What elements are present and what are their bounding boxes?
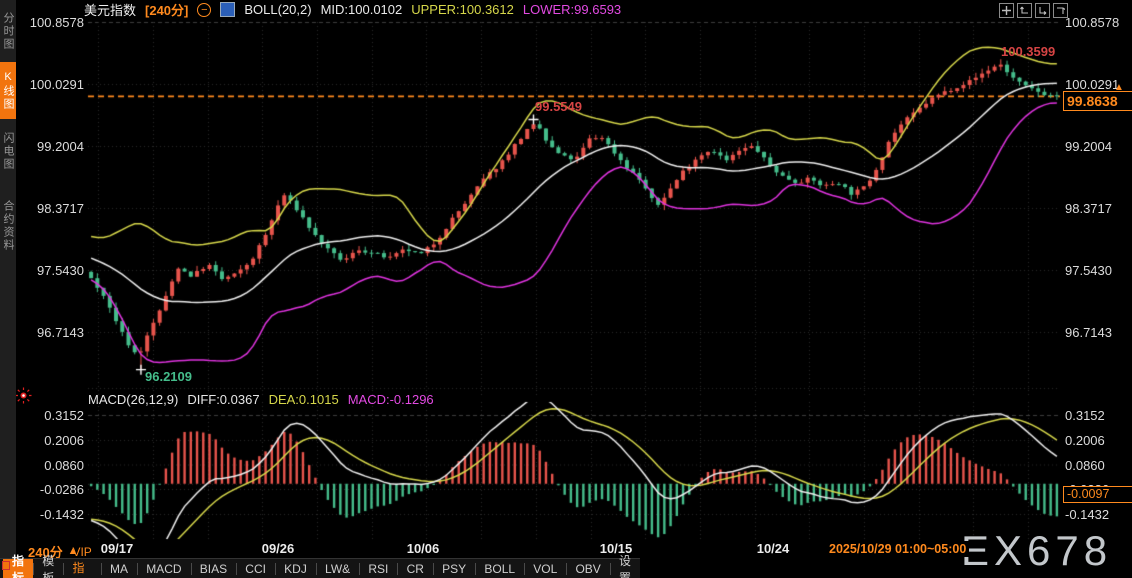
boll-mid-value: MID:100.0102 <box>320 2 403 17</box>
toolbar-item-设置[interactable]: 设置 <box>610 554 640 578</box>
toolbar-item-CR[interactable]: CR <box>398 559 433 578</box>
toolbar-item-VIP指标[interactable]: VIP指标 <box>63 545 100 578</box>
toolbar-item-BOLL[interactable]: BOLL <box>475 559 524 578</box>
session-high-label: 100.3599 <box>1001 44 1056 59</box>
macd-axis-label: 0.2006 <box>44 433 84 448</box>
y-axis-label: 96.7143 <box>1065 325 1112 340</box>
symbol-name: 美元指数 <box>84 3 137 18</box>
macd-axis-label: -0.0286 <box>39 482 84 497</box>
y-axis-label: 98.3717 <box>1065 201 1112 216</box>
toolbar-item-PSY[interactable]: PSY <box>433 559 475 578</box>
indicator-chart-icon[interactable] <box>220 2 236 17</box>
x-axis-date-label: 10/06 <box>406 541 440 556</box>
sidebar-tab-candlestick[interactable]: K线图 <box>0 62 16 119</box>
macd-current-tag: -0.0097 <box>1063 486 1132 503</box>
toolbar-item-OBV[interactable]: OBV <box>566 559 609 578</box>
pan-crosshair-icon[interactable] <box>999 3 1014 18</box>
y-axis-label: 97.5430 <box>37 263 84 278</box>
macd-axis-label: 0.3152 <box>44 408 84 423</box>
macd-axis-label: 0.3152 <box>1065 408 1105 423</box>
macd-title: MACD(26,12,9) <box>88 392 179 407</box>
x-axis-date-label: 09/17 <box>100 541 134 556</box>
toolbar-item-RSI[interactable]: RSI <box>359 559 397 578</box>
sidebar-tab-lightning[interactable]: 闪电图 <box>0 122 16 180</box>
toolbar-left-pad <box>0 559 10 578</box>
macd-axis-label: -0.1432 <box>39 507 84 522</box>
macd-macd-value: MACD:-0.1296 <box>347 392 434 407</box>
toolbar-item-MACD[interactable]: MACD <box>137 559 190 578</box>
macd-axis-label: 0.0860 <box>44 457 84 473</box>
watermark: EX678 <box>961 527 1113 574</box>
y-axis-label: 100.0291 <box>1065 77 1120 92</box>
session-low-label: 96.2109 <box>145 369 192 384</box>
y-axis-label: 99.2004 <box>37 139 84 154</box>
axis-scale-bottom-icon[interactable] <box>1035 3 1050 18</box>
y-axis-label: 99.2004 <box>1065 139 1112 154</box>
toolbar-item-BIAS[interactable]: BIAS <box>191 559 236 578</box>
chart-tools <box>999 3 1068 18</box>
chart-window: 美元指数 [240分] − BOLL(20,2) MID:100.0102 UP… <box>0 0 1132 578</box>
live-burst-icon <box>15 387 32 409</box>
sidebar-tab-timeline[interactable]: 分时图 <box>0 2 16 60</box>
macd-axis-label: -0.1432 <box>1065 507 1110 522</box>
datetime-label: 2025/10/29 01:00~05:00 <box>826 541 970 557</box>
x-axis-date-label: 10/24 <box>756 541 790 556</box>
toolbar-item-模板[interactable]: 模板 <box>33 554 63 578</box>
macd-dea-value: DEA:0.1015 <box>268 392 339 407</box>
boll-lower-value: LOWER:99.6593 <box>522 2 622 17</box>
toolbar-item-MA[interactable]: MA <box>101 559 137 578</box>
toolbar-item-KDJ[interactable]: KDJ <box>275 559 316 578</box>
swing-high-label: 99.5549 <box>535 99 582 114</box>
y-axis-label: 97.5430 <box>1065 263 1112 278</box>
macd-axis-label: 0.2006 <box>1065 433 1105 448</box>
toolbar-item-VOL[interactable]: VOL <box>524 559 566 578</box>
price-up-arrow-icon: ▲ <box>1114 82 1124 93</box>
collapse-icon[interactable]: − <box>197 2 212 17</box>
chart-header: 美元指数 [240分] − BOLL(20,2) MID:100.0102 UP… <box>84 0 622 19</box>
y-axis-label: 100.0291 <box>29 77 84 92</box>
macd-header: MACD(26,12,9) DIFF:0.0367 DEA:0.1015 MAC… <box>88 392 434 407</box>
macd-diff-value: DIFF:0.0367 <box>187 392 260 407</box>
toolbar-red-icon <box>2 561 10 570</box>
axis-scale-left-icon[interactable] <box>1017 3 1032 18</box>
toolbar-item-LW&[interactable]: LW& <box>316 559 359 578</box>
chart-canvas[interactable] <box>0 0 1132 578</box>
boll-upper-value: UPPER:100.3612 <box>411 2 514 17</box>
indicator-toolbar: 指标模板VIP指标MAMACDBIASCCIKDJLW&RSICRPSYBOLL… <box>0 545 640 578</box>
macd-axis-label: 0.0860 <box>1065 457 1105 473</box>
boll-label: BOLL(20,2) <box>244 2 312 17</box>
current-price-tag: 99.8638 <box>1063 91 1132 111</box>
y-axis-label: 96.7143 <box>37 325 84 340</box>
y-axis-label: 100.8578 <box>29 15 84 30</box>
left-sidebar: 分时图 K线图 闪电图 合约资料 <box>0 0 16 578</box>
period-badge[interactable]: [240分] <box>145 0 188 19</box>
sidebar-tab-contract-info[interactable]: 合约资料 <box>0 184 16 268</box>
y-axis-label: 98.3717 <box>37 201 84 216</box>
x-axis-date-label: 09/26 <box>261 541 295 556</box>
y-axis-label: 100.8578 <box>1065 15 1120 30</box>
toolbar-item-CCI[interactable]: CCI <box>236 559 275 578</box>
